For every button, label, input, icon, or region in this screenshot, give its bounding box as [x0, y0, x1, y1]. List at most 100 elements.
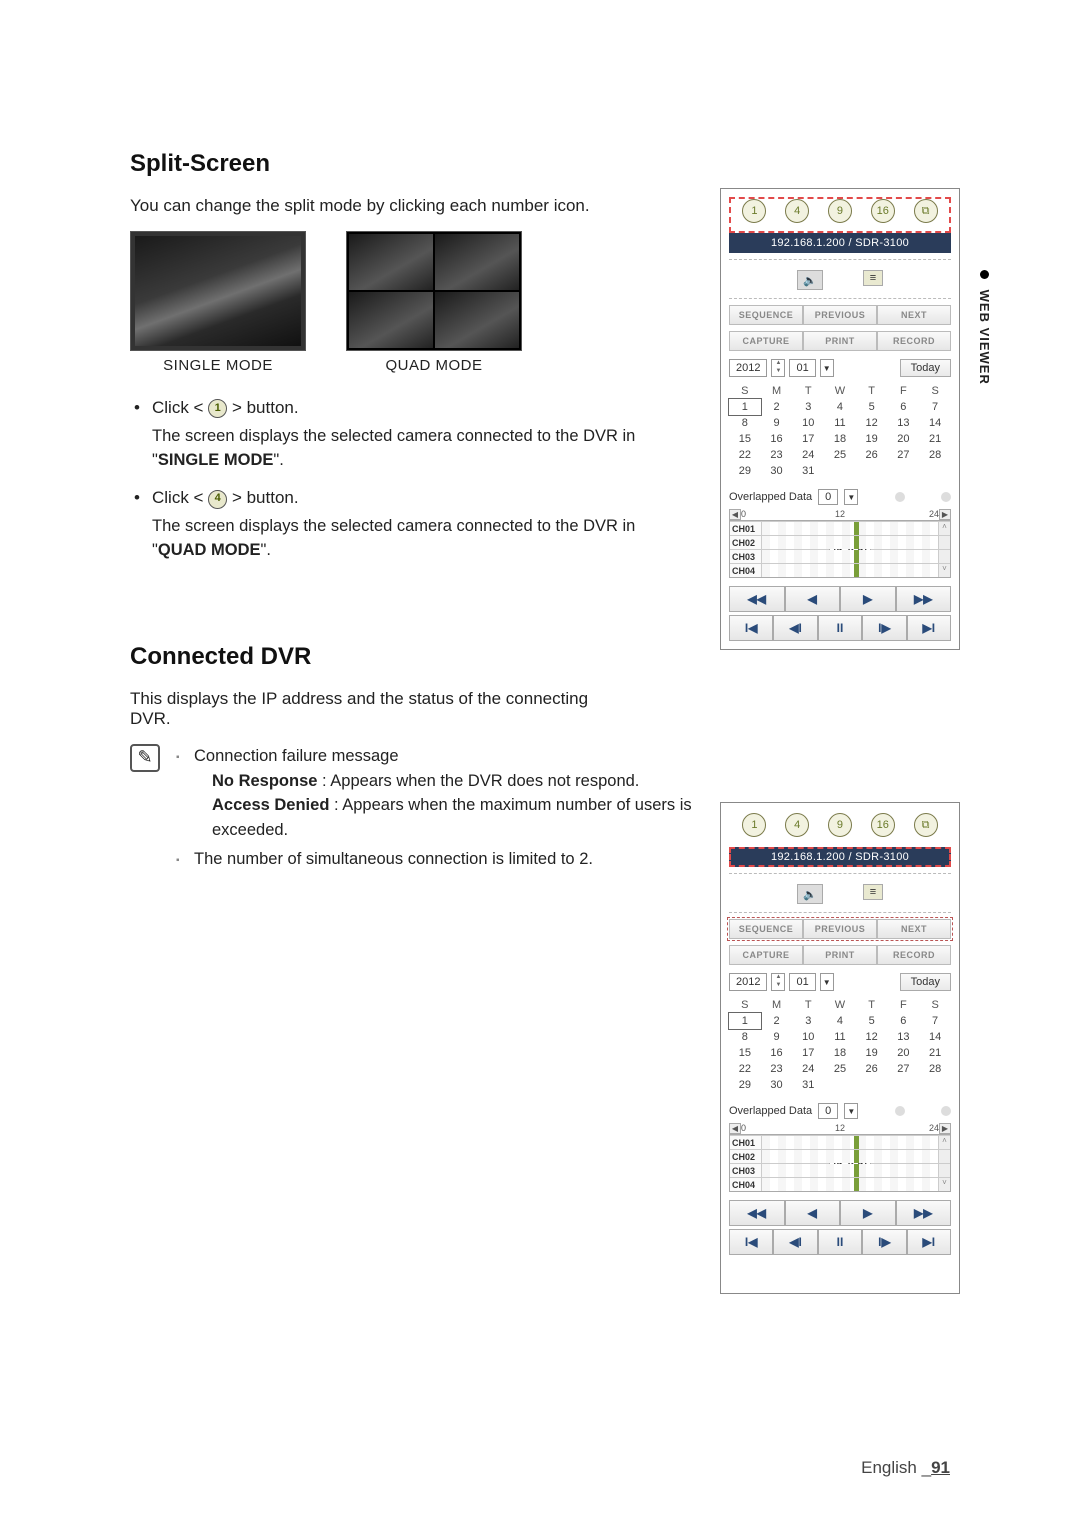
single-mode-label: SINGLE MODE — [130, 357, 306, 374]
split-osd-button[interactable]: ⧉ — [914, 199, 938, 223]
split-icons-row: 1 4 9 16 ⧉ — [729, 197, 951, 233]
quad-mode-screenshot — [346, 231, 522, 351]
speaker-icon[interactable]: 🔈 — [797, 270, 823, 290]
action-row-2: CAPTURE PRINT RECORD — [729, 945, 951, 965]
rewind-button-2[interactable]: ◀ — [785, 1200, 841, 1226]
date-row: 2012 ▲▼ 01 ▼ Today — [729, 351, 951, 383]
number-1-icon: 1 — [208, 399, 227, 418]
year-stepper-2[interactable]: ▲▼ — [771, 973, 785, 991]
pause-button[interactable]: II — [818, 615, 862, 641]
sequence-button-2[interactable]: SEQUENCE — [729, 919, 803, 939]
skip-end-button-2[interactable]: ▶I — [907, 1229, 951, 1255]
scroll-down-icon-2[interactable]: ˅ — [938, 1178, 950, 1191]
play-button-2[interactable]: ▶ — [840, 1200, 896, 1226]
audio-row: 🔈 ≡ — [729, 259, 951, 299]
step-fwd-button[interactable]: I▶ — [862, 615, 906, 641]
split-16-button-2[interactable]: 16 — [871, 813, 895, 837]
step-fwd-button-2[interactable]: I▶ — [862, 1229, 906, 1255]
date-row-2: 2012 ▲▼ 01 ▼ Today — [729, 965, 951, 997]
rewind-button[interactable]: ◀ — [785, 586, 841, 612]
print-button[interactable]: PRINT — [803, 331, 877, 351]
timeline-right-icon[interactable]: ▶ — [939, 509, 951, 520]
dvr-address-bar: 192.168.1.200 / SDR-3100 — [729, 233, 951, 253]
timeline-left-icon-2[interactable]: ◀ — [729, 1123, 741, 1134]
ch04-row: CH04˅ — [730, 563, 950, 577]
action-row: CAPTURE PRINT RECORD — [729, 331, 951, 351]
note-list: Connection failure message No Response :… — [176, 744, 736, 876]
split-9-button-2[interactable]: 9 — [828, 813, 852, 837]
record-button[interactable]: RECORD — [877, 331, 951, 351]
dvr-panel-split: 1 4 9 16 ⧉ 192.168.1.200 / SDR-3100 🔈 ≡ … — [720, 188, 960, 650]
connected-dvr-intro: This displays the IP address and the sta… — [130, 689, 630, 729]
overlap-dropdown-icon-2[interactable]: ▼ — [844, 1103, 858, 1119]
timeline-right-icon-2[interactable]: ▶ — [939, 1123, 951, 1134]
single-mode-screenshot — [130, 231, 306, 351]
bullet-quad: Click < 4 > button. The screen displays … — [130, 486, 650, 562]
nav-row: SEQUENCE PREVIOUS NEXT — [729, 305, 951, 325]
month-field-2[interactable]: 01 — [789, 973, 815, 991]
rewind-fast-button[interactable]: ◀◀ — [729, 586, 785, 612]
note-icon: ✎ — [130, 744, 160, 772]
split-bullets: Click < 1 > button. The screen displays … — [130, 396, 650, 563]
previous-button-2[interactable]: PREVIOUS — [803, 919, 877, 939]
ch01-row: CH01˄ — [730, 521, 950, 535]
month-dropdown-icon[interactable]: ▼ — [820, 359, 834, 377]
overlap-dropdown-icon[interactable]: ▼ — [844, 489, 858, 505]
today-button-2[interactable]: Today — [900, 973, 951, 991]
overlap-row: Overlapped Data 0 ▼ — [729, 479, 951, 509]
overlap-value[interactable]: 0 — [818, 489, 838, 505]
calendar[interactable]: SMTWTFS 1234567 891011121314 15161718192… — [729, 383, 951, 479]
overlap-label: Overlapped Data — [729, 491, 812, 503]
split-osd-button-2[interactable]: ⧉ — [914, 813, 938, 837]
scroll-down-icon[interactable]: ˅ — [938, 564, 950, 577]
capture-button-2[interactable]: CAPTURE — [729, 945, 803, 965]
skip-start-button[interactable]: I◀ — [729, 615, 773, 641]
timeline-2[interactable]: 14:52:41 CH01˄ CH02 CH03 CH04˅ — [729, 1134, 951, 1192]
ch02-row: CH02 — [730, 535, 950, 549]
split-1-button-2[interactable]: 1 — [742, 813, 766, 837]
number-4-icon: 4 — [208, 490, 227, 509]
step-back-button[interactable]: ◀I — [773, 615, 817, 641]
audio-row-2: 🔈 ≡ — [729, 873, 951, 913]
month-field[interactable]: 01 — [789, 359, 815, 377]
quad-mode-label: QUAD MODE — [346, 357, 522, 374]
sequence-button[interactable]: SEQUENCE — [729, 305, 803, 325]
previous-button[interactable]: PREVIOUS — [803, 305, 877, 325]
timeline[interactable]: 14:52:41 CH01˄ CH02 CH03 CH04˅ — [729, 520, 951, 578]
rewind-fast-button-2[interactable]: ◀◀ — [729, 1200, 785, 1226]
forward-fast-button[interactable]: ▶▶ — [896, 586, 952, 612]
year-stepper[interactable]: ▲▼ — [771, 359, 785, 377]
year-field-2[interactable]: 2012 — [729, 973, 767, 991]
pause-button-2[interactable]: II — [818, 1229, 862, 1255]
skip-end-button[interactable]: ▶I — [907, 615, 951, 641]
print-button-2[interactable]: PRINT — [803, 945, 877, 965]
step-back-button-2[interactable]: ◀I — [773, 1229, 817, 1255]
bullet-single: Click < 1 > button. The screen displays … — [130, 396, 650, 472]
next-button[interactable]: NEXT — [877, 305, 951, 325]
mic-icon-2[interactable]: ≡ — [863, 884, 883, 900]
overlap-dot-a — [895, 492, 905, 502]
ch03-row: CH03 — [730, 549, 950, 563]
year-field[interactable]: 2012 — [729, 359, 767, 377]
overlap-dot-b — [941, 492, 951, 502]
split-9-button[interactable]: 9 — [828, 199, 852, 223]
mic-icon[interactable]: ≡ — [863, 270, 883, 286]
calendar-2[interactable]: SMTWTFS 1234567 891011121314 15161718192… — [729, 997, 951, 1093]
speaker-icon-2[interactable]: 🔈 — [797, 884, 823, 904]
today-button[interactable]: Today — [900, 359, 951, 377]
skip-start-button-2[interactable]: I◀ — [729, 1229, 773, 1255]
forward-fast-button-2[interactable]: ▶▶ — [896, 1200, 952, 1226]
month-dropdown-icon-2[interactable]: ▼ — [820, 973, 834, 991]
split-1-button[interactable]: 1 — [742, 199, 766, 223]
record-button-2[interactable]: RECORD — [877, 945, 951, 965]
split-16-button[interactable]: 16 — [871, 199, 895, 223]
timeline-left-icon[interactable]: ◀ — [729, 509, 741, 520]
split-4-button-2[interactable]: 4 — [785, 813, 809, 837]
scroll-up-icon[interactable]: ˄ — [938, 522, 950, 535]
next-button-2[interactable]: NEXT — [877, 919, 951, 939]
scroll-up-icon-2[interactable]: ˄ — [938, 1136, 950, 1149]
capture-button[interactable]: CAPTURE — [729, 331, 803, 351]
play-row-2b: I◀ ◀I II I▶ ▶I — [729, 1229, 951, 1255]
split-4-button[interactable]: 4 — [785, 199, 809, 223]
play-button[interactable]: ▶ — [840, 586, 896, 612]
